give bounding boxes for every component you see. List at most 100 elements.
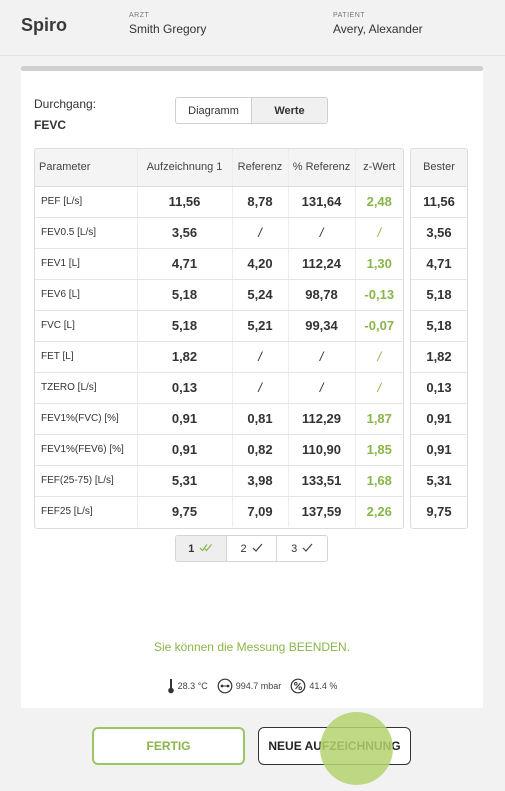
best-value-cell: 5,31: [411, 465, 467, 497]
app-title: Spiro: [21, 15, 68, 35]
best-value-cell: 9,75: [426, 504, 452, 520]
recording-cell: 3,56: [136, 217, 232, 249]
page-2[interactable]: 2: [225, 536, 277, 561]
recording-cell: 9,75: [136, 496, 232, 527]
percent-reference-cell: /: [287, 341, 355, 373]
best-value-cell: 5,18: [411, 310, 467, 342]
tab-werte[interactable]: Werte: [251, 98, 327, 123]
param-cell: PEF [L/s]: [35, 186, 137, 218]
col-header-recording: Aufzeichnung 1: [136, 149, 232, 187]
param-cell: FEF25 [L/s]: [41, 506, 93, 518]
z-value-cell: 1,87: [354, 403, 403, 435]
param-cell: FEV1%(FVC) [%]: [35, 403, 137, 435]
reference-cell: 3,98: [231, 465, 288, 497]
table-row: FEF(25-75) [L/s] 5,31 3,98 133,51 1,68: [35, 465, 403, 497]
reference-cell: 4,20: [231, 248, 288, 280]
tab-diagramm[interactable]: Diagramm: [176, 98, 251, 123]
recording-cell: 5,18: [136, 310, 232, 342]
recording-cell: 0,13: [136, 372, 232, 404]
doctor-label: ARZT: [129, 12, 150, 19]
best-header-row: Bester: [411, 149, 467, 187]
values-table: Parameter Aufzeichnung 1 Referenz % Refe…: [34, 148, 404, 529]
percent-reference-cell: 133,51: [287, 465, 355, 497]
col-header-parameter: Parameter: [35, 149, 137, 187]
page-label: 1: [188, 542, 195, 555]
new-recording-label: NEUE AUFZEICHNUNG: [268, 739, 401, 753]
reference-cell: 0,82: [231, 434, 288, 466]
patient-info: PATIENT Avery, Alexander: [333, 12, 423, 36]
humidity-value: 41.4 %: [309, 681, 338, 691]
temperature-value: 28.3 °C: [177, 681, 208, 691]
table-row: FEV1 [L] 4,71 4,20 112,24 1,30: [35, 248, 403, 280]
page-label: 2: [240, 542, 247, 555]
doctor-info: ARZT Smith Gregory: [129, 12, 206, 36]
param-cell: TZERO [L/s]: [35, 372, 137, 404]
percent-reference-cell: /: [287, 217, 355, 249]
reference-cell: 7,09: [231, 496, 288, 527]
z-value-cell: /: [354, 372, 403, 404]
reference-cell: 8,78: [231, 186, 288, 218]
best-row: 9,75: [411, 496, 467, 527]
col-header-percent-reference: % Referenz: [287, 149, 355, 187]
col-header-z-value: z-Wert: [354, 149, 403, 187]
recording-cell: 0,91: [136, 434, 232, 466]
table-row: TZERO [L/s] 0,13// /: [35, 372, 403, 404]
z-value-cell: -0,13: [354, 279, 403, 311]
status-message: Sie können die Messung BEENDEN.: [153, 640, 351, 654]
table-row: PEF [L/s] 11,56 8,78 131,64 2,48: [35, 186, 403, 218]
table-row: FEV1%(FVC) [%] 0,91 0,81 112,29 1,87: [35, 403, 403, 435]
reference-cell: 5,21: [231, 310, 288, 342]
param-cell: FEV1%(FEV6) [%]: [35, 434, 137, 466]
recording-cell: 0,91: [136, 403, 232, 435]
reference-cell: 5,24: [231, 279, 288, 311]
best-value-cell: 11,56: [411, 186, 467, 218]
percent-reference-cell: 110,90: [287, 434, 355, 466]
page-1[interactable]: 1: [176, 536, 226, 561]
recording-cell: 1,82: [136, 341, 232, 373]
recording-cell: 5,31: [136, 465, 232, 497]
reference-cell: /: [231, 372, 288, 404]
table-row: FEV1%(FEV6) [%] 0,91 0,82 110,90 1,85: [35, 434, 403, 466]
best-row: 4,71: [411, 248, 467, 280]
reference-cell: /: [231, 341, 288, 373]
new-recording-button[interactable]: NEUE AUFZEICHNUNG: [258, 727, 411, 765]
patient-label: PATIENT: [333, 12, 366, 19]
run-label: Durchgang:: [34, 97, 97, 111]
percent-reference-cell: 112,29: [287, 403, 355, 435]
recording-cell: 11,56: [136, 186, 232, 218]
percent-reference-cell: 131,64: [287, 186, 355, 218]
param-cell: FEV6 [L]: [35, 279, 137, 311]
table-row: FEF25 [L/s] 9,75 7,09 137,59 2,26: [35, 496, 403, 527]
best-value-cell: 4,71: [411, 248, 467, 280]
recording-cell: 4,71: [136, 248, 232, 280]
param-cell: FEV1 [L]: [35, 248, 137, 280]
percent-reference-cell: 112,24: [287, 248, 355, 280]
page-3[interactable]: 3: [276, 536, 327, 561]
col-header-reference: Referenz: [231, 149, 288, 187]
done-button[interactable]: FERTIG: [92, 727, 245, 765]
best-value-cell: 3,56: [411, 217, 467, 249]
best-row: 1,82: [411, 341, 467, 373]
z-value-cell: 2,26: [354, 496, 403, 527]
best-value-cell: 1,82: [411, 341, 467, 373]
z-value-cell: 1,68: [354, 465, 403, 497]
z-value-cell: -0,07: [354, 310, 403, 342]
z-value-cell: 2,48: [354, 186, 403, 218]
reference-cell: /: [231, 217, 288, 249]
z-value-cell: /: [354, 217, 403, 249]
best-value-cell: 0,13: [411, 372, 467, 404]
param-cell: FVC [L]: [35, 310, 137, 342]
best-row: 3,56: [411, 217, 467, 249]
pressure-icon: [217, 678, 233, 694]
param-cell: FEV0.5 [L/s]: [35, 217, 137, 249]
best-value-cell: 0,91: [411, 403, 467, 435]
table-row: FET [L] 1,82// /: [35, 341, 403, 373]
percent-reference-cell: 99,34: [287, 310, 355, 342]
best-row: 0,13: [411, 372, 467, 404]
table-row: FEV6 [L] 5,18 5,24 98,78 -0,13: [35, 279, 403, 311]
pressure-reading: 994.7 mbar: [217, 678, 281, 694]
recording-pager: 1 2 3: [175, 535, 328, 562]
card-top-bar: [21, 66, 483, 71]
table-header-row: Parameter Aufzeichnung 1 Referenz % Refe…: [35, 149, 403, 187]
best-value-cell: 5,18: [411, 279, 467, 311]
